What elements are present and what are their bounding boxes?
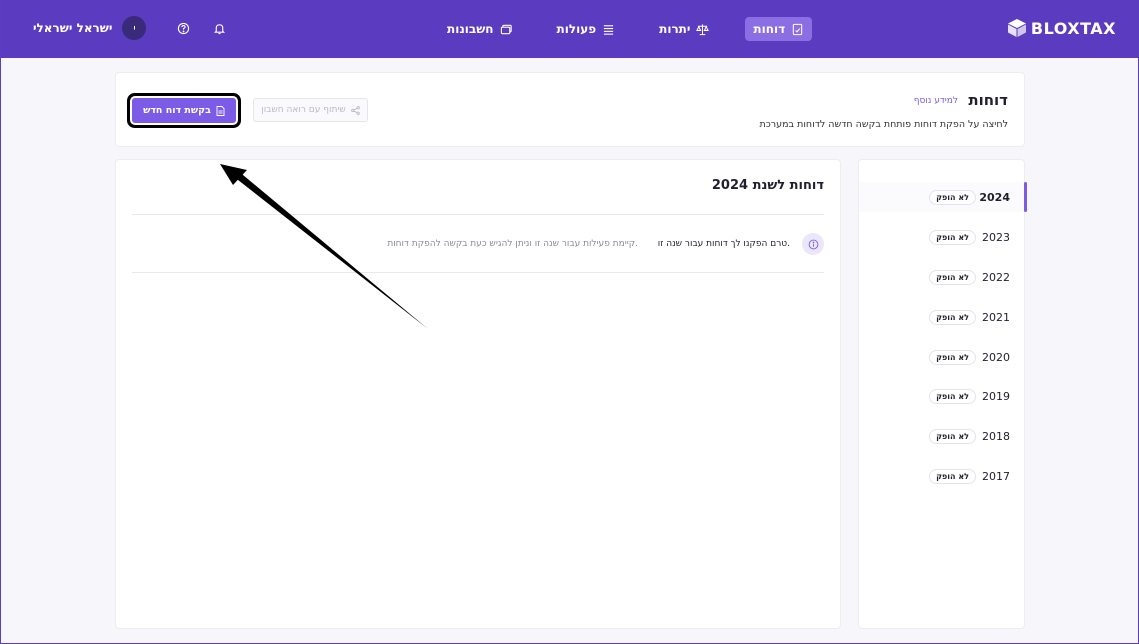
share-button-label: שיתוף עם רואה חשבון xyxy=(261,105,346,115)
balance-scale-icon xyxy=(696,23,710,35)
bell-icon xyxy=(213,23,225,34)
share-with-accountant-button[interactable]: שיתוף עם רואה חשבון xyxy=(253,98,368,122)
notifications-button[interactable] xyxy=(210,19,228,37)
status-badge: לא הופק xyxy=(929,309,976,325)
year-label: 2022 xyxy=(982,270,1010,284)
year-item-2024[interactable]: 2024 לא הופק xyxy=(859,182,1027,212)
avatar-initial: י xyxy=(133,21,136,35)
year-label: 2021 xyxy=(982,310,1010,324)
page-subtitle: לחיצה על הפקת דוחות פותחת בקשה חדשה לדוח… xyxy=(759,119,1008,130)
page-header-card: דוחות למידע נוסף לחיצה על הפקת דוחות פות… xyxy=(115,72,1025,147)
help-button[interactable] xyxy=(174,19,192,37)
nav-item-reports[interactable]: דוחות xyxy=(745,17,813,41)
year-item-2022[interactable]: 2022 לא הופק xyxy=(859,262,1026,292)
year-item-2017[interactable]: 2017 לא הופק xyxy=(859,461,1026,491)
divider xyxy=(132,214,824,215)
info-submessage: קיימת פעילות עבור שנה זו וניתן להגיש כעת… xyxy=(387,239,638,249)
year-label: 2019 xyxy=(982,389,1010,403)
report-icon xyxy=(792,23,803,35)
status-badge: לא הופק xyxy=(929,388,976,404)
status-badge: לא הופק xyxy=(929,189,976,205)
reports-content-panel: דוחות לשנת 2024 טרם הפקנו לך דוחות עבור … xyxy=(115,159,841,629)
status-badge: לא הופק xyxy=(929,349,976,365)
user-name[interactable]: ישראל ישראלי xyxy=(33,21,112,35)
document-icon xyxy=(216,105,225,116)
question-circle-icon xyxy=(177,22,190,34)
new-report-label: בקשת דוח חדש xyxy=(143,105,211,116)
status-badge: לא הופק xyxy=(929,428,976,444)
nav-item-label: פעולות xyxy=(556,22,597,36)
more-info-link[interactable]: למידע נוסף xyxy=(914,96,958,106)
request-new-report-button[interactable]: בקשת דוח חדש xyxy=(132,98,236,123)
year-label: 2017 xyxy=(982,469,1010,483)
year-label: 2018 xyxy=(982,429,1010,443)
content-title: דוחות לשנת 2024 xyxy=(711,178,824,193)
info-icon xyxy=(802,233,824,255)
year-item-2021[interactable]: 2021 לא הופק xyxy=(859,302,1026,332)
years-sidebar: 2024 לא הופק 2023 לא הופק 2022 לא הופק 2… xyxy=(858,159,1027,629)
brand-logo[interactable]: BLOXTAX xyxy=(1007,18,1116,38)
brand-name: BLOXTAX xyxy=(1030,18,1116,38)
top-navbar: BLOXTAX חשבונות פעולות יתרות דוחות ישראל… xyxy=(1,0,1139,58)
avatar[interactable]: י xyxy=(122,16,147,40)
nav-item-balances[interactable]: יתרות xyxy=(651,17,717,41)
nav-item-accounts[interactable]: חשבונות xyxy=(439,17,521,41)
share-icon xyxy=(350,105,360,115)
nav-item-transactions[interactable]: פעולות xyxy=(549,17,624,41)
nav-item-label: חשבונות xyxy=(447,22,494,36)
year-item-2019[interactable]: 2019 לא הופק xyxy=(859,381,1026,411)
wallet-icon xyxy=(500,24,512,34)
status-badge: לא הופק xyxy=(929,468,976,484)
divider xyxy=(132,272,824,273)
user-area: ישראל ישראלי י xyxy=(33,16,228,40)
status-badge: לא הופק xyxy=(929,269,976,285)
nav-item-label: יתרות xyxy=(659,22,691,36)
year-label: 2024 xyxy=(979,190,1010,204)
list-icon xyxy=(603,24,614,35)
nav-item-label: דוחות xyxy=(753,22,786,36)
year-item-2018[interactable]: 2018 לא הופק xyxy=(859,421,1026,451)
year-item-2020[interactable]: 2020 לא הופק xyxy=(859,342,1026,372)
year-label: 2023 xyxy=(982,230,1010,244)
year-item-2023[interactable]: 2023 לא הופק xyxy=(859,222,1026,252)
year-label: 2020 xyxy=(982,350,1010,364)
page-title: דוחות xyxy=(968,91,1008,109)
status-badge: לא הופק xyxy=(929,229,976,245)
cube-logo-icon xyxy=(1007,19,1026,37)
info-message: טרם הפקנו לך דוחות עבור שנה זו. xyxy=(657,239,790,249)
main-nav: חשבונות פעולות יתרות דוחות xyxy=(439,17,813,41)
